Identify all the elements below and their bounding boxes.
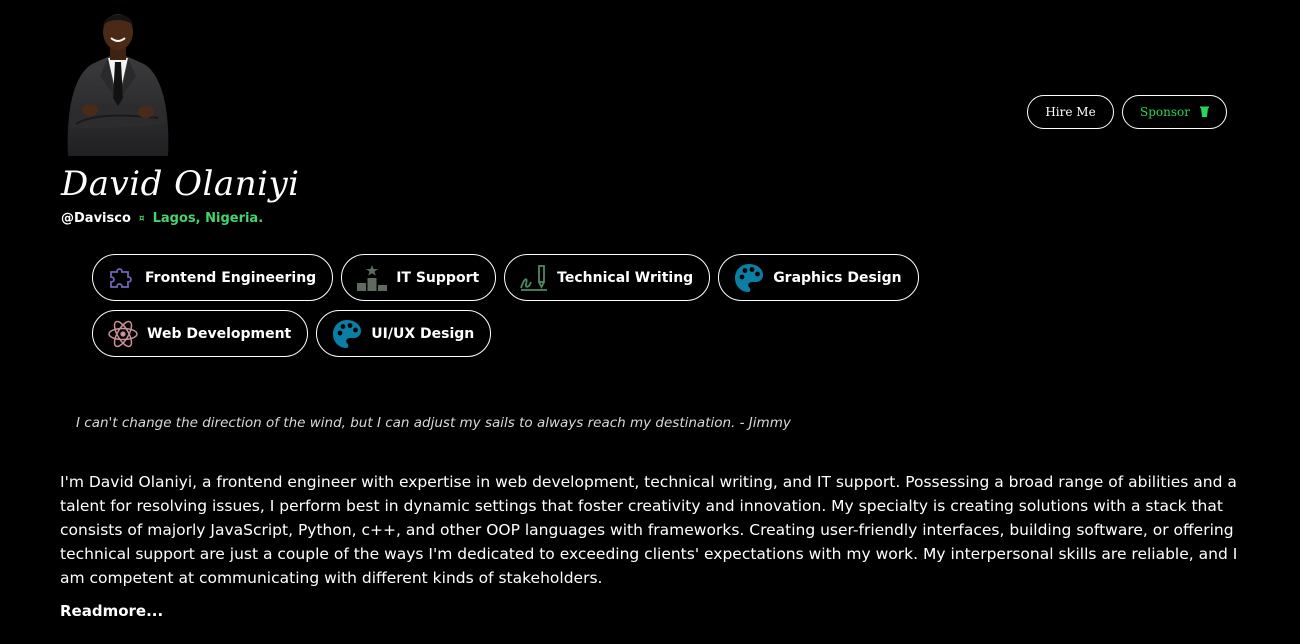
profile-meta: @Davisco ¤ Lagos, Nigeria. [61,211,263,226]
palette-icon [333,319,362,348]
skill-chip-it-support[interactable]: IT Support [341,254,497,301]
writing-icon [520,264,548,291]
react-atom-icon [108,320,138,347]
hire-me-label: Hire Me [1045,105,1096,119]
header-actions: Hire Me Sponsor [1027,95,1227,129]
skill-chip-frontend-engineering[interactable]: Frontend Engineering [92,254,334,301]
skill-label: Web Development [147,325,292,342]
profile-handle: @Davisco [61,211,131,226]
skill-label: Graphics Design [773,269,902,286]
skill-chip-ui-ux-design[interactable]: UI/UX Design [316,310,492,357]
skill-label: Technical Writing [557,269,694,286]
profile-name: David Olaniyi [61,164,300,204]
podium-icon [357,264,388,291]
skill-chip-graphics-design[interactable]: Graphics Design [718,254,919,301]
skill-label: Frontend Engineering [145,269,317,286]
location-icon: ¤ [138,213,145,224]
profile-location: Lagos, Nigeria. [152,211,264,226]
skill-label: UI/UX Design [371,325,475,342]
palette-icon [735,263,764,292]
bio-paragraph: I'm David Olaniyi, a frontend engineer w… [60,473,1238,587]
puzzle-icon [110,267,132,288]
avatar [67,14,169,156]
sponsor-label: Sponsor [1140,105,1190,119]
skill-label: IT Support [396,269,480,286]
coffee-cup-icon [1199,106,1209,117]
readmore-link[interactable]: Readmore... [60,602,163,620]
hire-me-button[interactable]: Hire Me [1027,95,1114,129]
skill-chip-technical-writing[interactable]: Technical Writing [504,254,711,301]
profile-page: Hire Me Sponsor David Olaniyi @Davisco ¤… [0,0,1300,644]
skills-list: Frontend Engineering IT Support Technica… [92,254,1092,357]
sponsor-button[interactable]: Sponsor [1122,95,1227,129]
quote: I can't change the direction of the wind… [76,415,791,431]
skill-chip-web-development[interactable]: Web Development [92,310,309,357]
